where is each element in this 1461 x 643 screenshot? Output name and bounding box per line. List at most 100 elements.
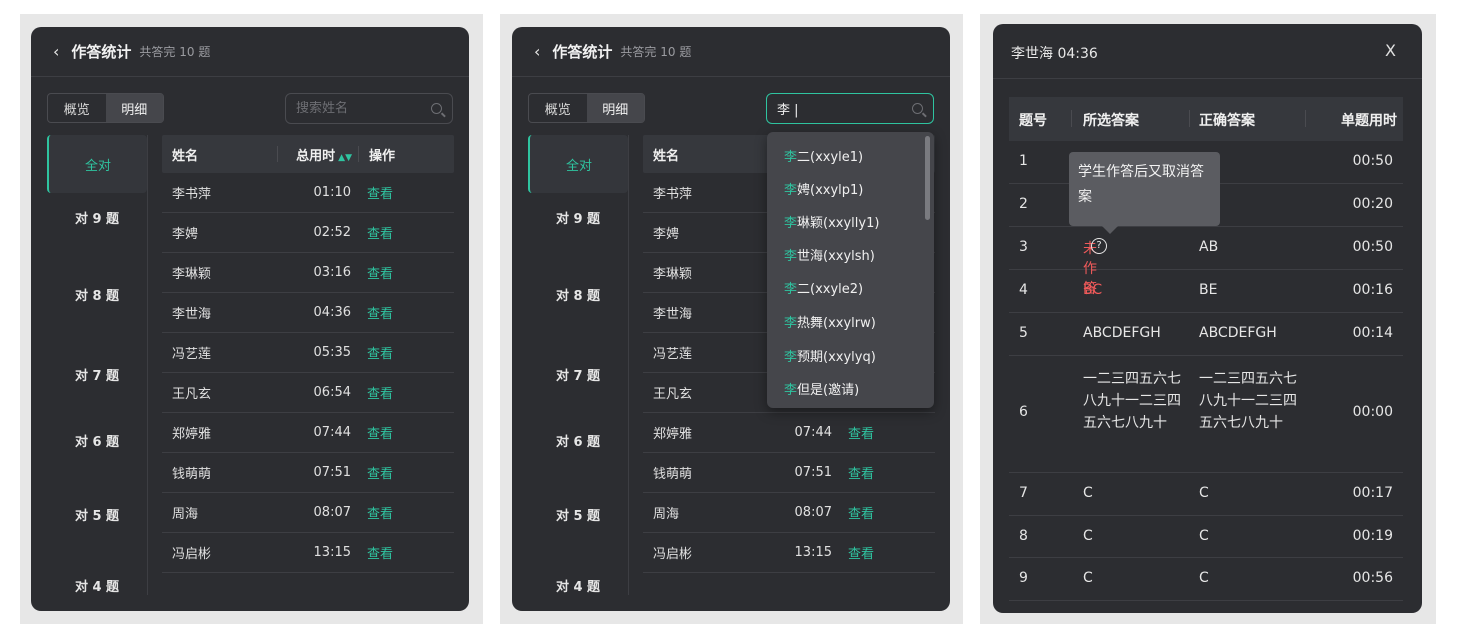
col-name: 姓名 <box>172 148 199 164</box>
back-icon[interactable]: ‹ <box>53 42 59 61</box>
close-icon[interactable]: X <box>1385 41 1396 60</box>
filter-all-correct[interactable]: 全对 <box>528 135 628 193</box>
student-name: 李世海 <box>172 307 212 322</box>
tab-detail[interactable]: 明细 <box>105 94 163 122</box>
suggestion-text: 琳颖(xxylly1) <box>797 216 880 231</box>
answered-count: 共答完 10 题 <box>620 45 692 59</box>
col-question-no: 题号 <box>1019 113 1047 129</box>
view-link[interactable]: 查看 <box>357 343 437 362</box>
view-link[interactable]: 查看 <box>357 263 437 282</box>
filter-6-correct[interactable]: 对 6 题 <box>528 420 628 460</box>
view-link[interactable]: 查看 <box>838 423 918 442</box>
suggestion-item[interactable]: 李二(xxyle1) <box>784 146 863 165</box>
chosen-answer: ABCDEFGH <box>1083 325 1161 341</box>
sort-icon[interactable]: ▲▼ <box>338 153 352 163</box>
question-no: 7 <box>1019 485 1028 501</box>
search-icon[interactable] <box>431 103 442 114</box>
filter-9-correct[interactable]: 对 9 题 <box>47 197 147 237</box>
view-link[interactable]: 查看 <box>357 223 437 242</box>
filter-7-correct[interactable]: 对 7 题 <box>47 340 147 408</box>
search-box: 李 | <box>766 93 934 124</box>
correct-answer: C <box>1199 528 1209 544</box>
view-link[interactable]: 查看 <box>357 383 437 402</box>
header-separator <box>1071 110 1072 127</box>
view-link[interactable]: 查看 <box>357 183 437 202</box>
col-question-time: 单题用时 <box>1341 113 1397 129</box>
search-input[interactable] <box>296 101 416 116</box>
table-row: 6 一二三四五六七八九十一二三四五六七八九十 一二三四五六七八九十一二三四五六七… <box>1009 356 1403 473</box>
student-name: 冯启彬 <box>653 547 693 562</box>
filter-6-correct[interactable]: 对 6 题 <box>47 420 147 460</box>
view-link[interactable]: 查看 <box>357 463 437 482</box>
page-title: 作答统计 <box>552 43 613 61</box>
divider <box>147 135 148 595</box>
question-time: 00:50 <box>1352 153 1393 169</box>
suggestion-text: 预期(xxylyq) <box>797 350 876 365</box>
view-link[interactable]: 查看 <box>838 543 918 562</box>
filter-8-correct[interactable]: 对 8 题 <box>47 260 147 328</box>
view-link[interactable]: 查看 <box>838 463 918 482</box>
total-time: 05:35 <box>313 345 351 360</box>
match-highlight: 李 <box>784 150 798 165</box>
filter-4-correct[interactable]: 对 4 题 <box>47 555 147 611</box>
correct-answer: C <box>1199 570 1209 586</box>
view-link[interactable]: 查看 <box>357 543 437 562</box>
suggestion-item[interactable]: 李热舞(xxylrw) <box>784 312 876 331</box>
view-link[interactable]: 查看 <box>357 503 437 522</box>
tab-detail[interactable]: 明细 <box>586 94 644 122</box>
student-detail-dialog: 李世海 04:36 X 题号 所选答案 正确答案 单题用时 1 B C 00:5… <box>993 24 1422 613</box>
help-icon[interactable]: ? <box>1091 238 1107 254</box>
filter-8-correct[interactable]: 对 8 题 <box>528 260 628 328</box>
tab-overview[interactable]: 概览 <box>529 94 587 122</box>
suggestion-item[interactable]: 李但是(邀请) <box>784 379 859 398</box>
col-total-time[interactable]: 总用时 ▲▼ <box>278 145 358 164</box>
filter-5-correct[interactable]: 对 5 题 <box>47 480 147 548</box>
match-highlight: 李 <box>784 350 798 365</box>
table-row: 王凡玄 06:54 查看 <box>162 373 454 413</box>
question-time: 00:14 <box>1352 325 1393 341</box>
tab-overview[interactable]: 概览 <box>48 94 106 122</box>
student-name: 冯艺莲 <box>653 347 693 362</box>
search-suggestions: 李二(xxyle1) 李娉(xxylp1) 李琳颖(xxylly1) 李世海(x… <box>767 132 934 408</box>
suggestion-item[interactable]: 李娉(xxylp1) <box>784 179 863 198</box>
view-link[interactable]: 查看 <box>357 423 437 442</box>
dropdown-scrollbar[interactable] <box>925 136 930 220</box>
suggestion-item[interactable]: 李二(xxyle2) <box>784 278 863 297</box>
suggestion-text: 二(xxyle2) <box>797 282 864 297</box>
total-time: 13:15 <box>794 545 832 560</box>
filter-5-correct[interactable]: 对 5 题 <box>528 480 628 548</box>
student-name: 周海 <box>172 507 199 522</box>
correct-answer: C <box>1199 485 1209 501</box>
back-icon[interactable]: ‹ <box>534 42 540 61</box>
filter-all-correct[interactable]: 全对 <box>47 135 147 193</box>
search-icon[interactable] <box>912 103 923 114</box>
search-input[interactable]: 李 | <box>777 99 799 118</box>
chosen-answer: BC <box>1083 282 1103 298</box>
table-row: 9 C C 00:56 <box>1009 558 1403 601</box>
suggestion-text: 娉(xxylp1) <box>797 183 864 198</box>
view-tabs: 概览 明细 <box>47 93 164 123</box>
student-name: 郑婷雅 <box>172 427 212 442</box>
question-no: 1 <box>1019 153 1028 169</box>
filter-7-correct[interactable]: 对 7 题 <box>528 340 628 408</box>
view-link[interactable]: 查看 <box>357 303 437 322</box>
filter-9-correct[interactable]: 对 9 题 <box>528 197 628 237</box>
total-time: 01:10 <box>313 185 351 200</box>
suggestion-item[interactable]: 李世海(xxylsh) <box>784 245 875 264</box>
total-time: 03:16 <box>313 265 351 280</box>
suggestion-item[interactable]: 李琳颖(xxylly1) <box>784 212 879 231</box>
total-time: 02:52 <box>313 225 351 240</box>
student-name: 李娉 <box>172 227 199 242</box>
student-name: 李书萍 <box>653 187 693 202</box>
student-name: 李琳颖 <box>172 267 212 282</box>
filter-4-correct[interactable]: 对 4 题 <box>528 555 628 611</box>
suggestion-item[interactable]: 李预期(xxylyq) <box>784 346 876 365</box>
student-name: 李书萍 <box>172 187 212 202</box>
view-link[interactable]: 查看 <box>838 503 918 522</box>
student-name: 郑婷雅 <box>653 427 693 442</box>
match-highlight: 李 <box>784 183 798 198</box>
question-no: 4 <box>1019 282 1028 298</box>
question-no: 9 <box>1019 570 1028 586</box>
table-row: 李琳颖 03:16 查看 <box>162 253 454 293</box>
suggestion-text: 世海(xxylsh) <box>797 249 875 264</box>
